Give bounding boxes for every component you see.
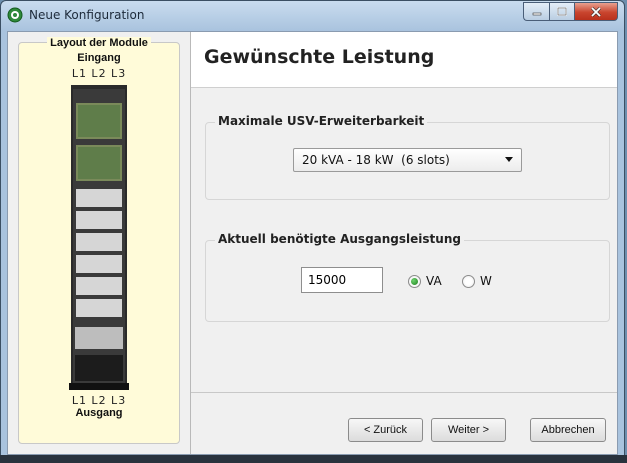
module-layout-title-text: Layout der Module — [47, 37, 151, 49]
ups-cabinet-image — [69, 85, 129, 390]
unit-va-label[interactable]: VA — [426, 274, 442, 288]
title-bar[interactable]: Neue Konfiguration — [1, 1, 624, 31]
required-power-group: Aktuell benötigte Ausgangsleistung 15000… — [205, 232, 610, 322]
close-icon — [590, 6, 602, 17]
button-separator — [191, 392, 617, 393]
module-layout-title: Layout der Module — [19, 37, 179, 49]
minimize-icon — [532, 12, 541, 15]
configuration-window: Neue Konfiguration Layout der Module Ein… — [0, 0, 625, 461]
dialog-client-area: Layout der Module Eingang L1 L2 L3 L1 L2… — [7, 31, 618, 455]
maximize-button[interactable] — [549, 2, 574, 21]
unit-w-label[interactable]: W — [480, 274, 492, 288]
output-phases-label: L1 L2 L3 — [71, 394, 127, 407]
minimize-button[interactable] — [523, 2, 549, 21]
expandability-group: Maximale USV-Erweiterbarkeit 20 kVA - 18… — [205, 114, 610, 200]
next-button[interactable]: Weiter > — [431, 418, 506, 442]
power-settings-panel: Gewünschte Leistung Maximale USV-Erweite… — [191, 32, 617, 454]
chevron-down-icon — [505, 157, 513, 162]
module-layout-group: Layout der Module Eingang L1 L2 L3 L1 L2… — [18, 37, 180, 444]
maximize-icon — [557, 7, 567, 16]
output-label: Ausgang — [75, 407, 123, 419]
close-button[interactable] — [574, 2, 618, 21]
expandability-legend: Maximale USV-Erweiterbarkeit — [215, 114, 428, 128]
cancel-button[interactable]: Abbrechen — [530, 418, 606, 442]
power-input[interactable]: 15000 — [301, 267, 383, 293]
window-controls — [523, 2, 618, 22]
required-power-legend: Aktuell benötigte Ausgangsleistung — [215, 232, 464, 246]
taskbar-strip — [0, 455, 627, 463]
page-header: Gewünschte Leistung — [191, 32, 617, 88]
module-layout-panel: Layout der Module Eingang L1 L2 L3 L1 L2… — [8, 32, 191, 454]
app-icon — [7, 7, 23, 23]
expandability-select[interactable]: 20 kVA - 18 kW (6 slots) — [293, 148, 522, 172]
back-button[interactable]: < Zurück — [348, 418, 423, 442]
input-label: Eingang — [77, 52, 121, 64]
input-phases-label: L1 L2 L3 — [71, 67, 127, 80]
unit-va-radio[interactable] — [408, 275, 421, 288]
unit-w-radio[interactable] — [462, 275, 475, 288]
page-title: Gewünschte Leistung — [204, 46, 435, 68]
expandability-selected-value: 20 kVA - 18 kW (6 slots) — [302, 153, 450, 167]
window-title: Neue Konfiguration — [29, 8, 145, 22]
